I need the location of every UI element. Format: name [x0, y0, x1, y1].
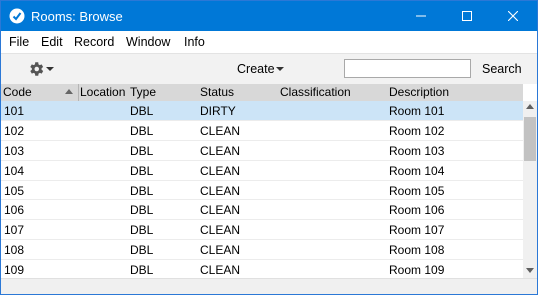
status-strip — [1, 278, 537, 294]
cell-status: CLEAN — [200, 183, 241, 198]
scroll-down-arrow-icon[interactable] — [526, 268, 534, 273]
maximize-button[interactable] — [445, 1, 490, 31]
table-row[interactable]: 105 DBL CLEAN Room 105 — [1, 181, 523, 201]
scrollbar-thumb[interactable] — [524, 117, 536, 161]
cell-status: CLEAN — [200, 163, 241, 178]
cell-status: DIRTY — [200, 104, 236, 118]
cell-type: DBL — [130, 223, 154, 238]
cell-code: 109 — [4, 263, 25, 278]
cell-type: DBL — [130, 104, 154, 118]
table-row[interactable]: 101 DBL DIRTY Room 101 — [1, 101, 523, 121]
cell-description: Room 103 — [389, 143, 445, 158]
column-header-location[interactable]: Location — [80, 85, 125, 99]
cell-code: 104 — [4, 163, 25, 178]
table-row[interactable]: 104 DBL CLEAN Room 104 — [1, 161, 523, 181]
cell-status: CLEAN — [200, 223, 241, 238]
toolbar: Create Search — [1, 53, 537, 84]
cell-status: CLEAN — [200, 203, 241, 218]
table-row[interactable]: 106 DBL CLEAN Room 106 — [1, 200, 523, 221]
menu-record[interactable]: Record — [74, 35, 114, 49]
cell-description: Room 108 — [389, 243, 445, 258]
cell-code: 102 — [4, 123, 25, 138]
menu-info[interactable]: Info — [184, 35, 205, 49]
cell-code: 103 — [4, 143, 25, 158]
settings-dropdown-caret-icon[interactable] — [46, 67, 54, 71]
column-header: Code Location Type Status Classification… — [1, 84, 523, 101]
sort-ascending-icon[interactable] — [65, 89, 73, 94]
minimize-icon — [416, 15, 426, 17]
cell-type: DBL — [130, 183, 154, 198]
cell-code: 108 — [4, 243, 25, 258]
menu-file[interactable]: File — [9, 35, 29, 49]
scroll-up-arrow-icon[interactable] — [526, 104, 534, 109]
column-header-description[interactable]: Description — [389, 85, 449, 99]
menu-bar: File Edit Record Window Info — [1, 31, 537, 53]
cell-code: 105 — [4, 183, 25, 198]
search-button[interactable]: Search — [482, 62, 522, 76]
cell-type: DBL — [130, 143, 154, 158]
cell-type: DBL — [130, 203, 154, 218]
create-dropdown-caret-icon[interactable] — [276, 67, 284, 71]
cell-code: 101 — [4, 104, 25, 118]
cell-description: Room 109 — [389, 263, 445, 278]
rooms-list: 101 DBL DIRTY Room 101 102 DBL CLEAN Roo… — [1, 101, 523, 281]
gear-icon[interactable] — [27, 60, 45, 78]
cell-description: Room 101 — [389, 104, 445, 118]
menu-edit[interactable]: Edit — [41, 35, 63, 49]
close-button[interactable] — [491, 1, 536, 31]
menu-window[interactable]: Window — [126, 35, 170, 49]
table-row[interactable]: 102 DBL CLEAN Room 102 — [1, 121, 523, 141]
search-input[interactable] — [344, 59, 471, 78]
table-row[interactable]: 103 DBL CLEAN Room 103 — [1, 141, 523, 161]
cell-code: 106 — [4, 203, 25, 218]
create-button[interactable]: Create — [237, 62, 275, 76]
cell-type: DBL — [130, 123, 154, 138]
maximize-icon — [462, 11, 472, 21]
window-title: Rooms: Browse — [31, 9, 123, 24]
cell-status: CLEAN — [200, 263, 241, 278]
cell-type: DBL — [130, 163, 154, 178]
column-header-type[interactable]: Type — [130, 85, 156, 99]
cell-code: 107 — [4, 223, 25, 238]
cell-description: Room 106 — [389, 203, 445, 218]
table-row[interactable]: 108 DBL CLEAN Room 108 — [1, 240, 523, 261]
close-icon — [508, 11, 518, 21]
column-header-classification[interactable]: Classification — [280, 85, 351, 99]
vertical-scrollbar[interactable] — [523, 101, 537, 278]
table-row[interactable]: 107 DBL CLEAN Room 107 — [1, 220, 523, 241]
cell-description: Room 104 — [389, 163, 445, 178]
app-icon — [9, 8, 25, 24]
minimize-button[interactable] — [399, 1, 444, 31]
title-bar[interactable]: Rooms: Browse — [1, 1, 537, 31]
cell-status: CLEAN — [200, 243, 241, 258]
cell-type: DBL — [130, 263, 154, 278]
cell-description: Room 107 — [389, 223, 445, 238]
cell-description: Room 102 — [389, 123, 445, 138]
cell-status: CLEAN — [200, 123, 241, 138]
column-separator[interactable] — [78, 84, 79, 101]
cell-status: CLEAN — [200, 143, 241, 158]
cell-type: DBL — [130, 243, 154, 258]
rooms-browse-window: Rooms: Browse File Edit Record Window In… — [0, 0, 538, 295]
column-header-code[interactable]: Code — [3, 85, 32, 99]
column-header-status[interactable]: Status — [200, 85, 234, 99]
cell-description: Room 105 — [389, 183, 445, 198]
